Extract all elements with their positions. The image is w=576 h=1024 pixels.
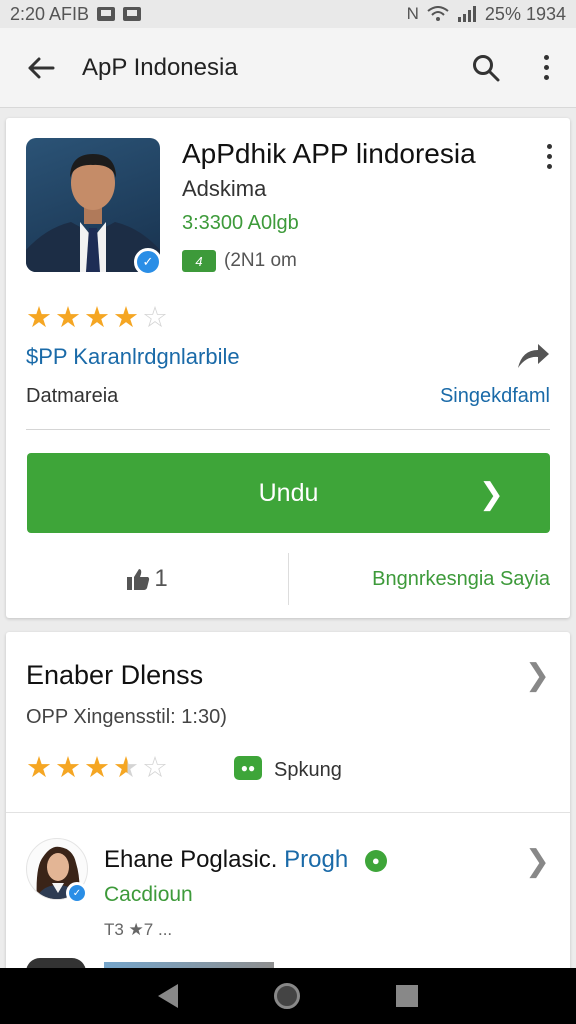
star-icon: ★ [55, 752, 81, 784]
app-details-card: ✓ ApPdhik APP lindoresia Adskima 3:3300 … [6, 118, 570, 618]
reviewer-name-text: Ehane Poglasic. [104, 846, 278, 873]
signal-icon [457, 6, 476, 22]
size-badge-icon: 4 [182, 250, 216, 272]
star-icon: ★ [84, 302, 110, 334]
verified-badge: ✓ [66, 882, 88, 904]
wifi-icon [427, 6, 449, 21]
app-name: ApPdhik APP lindoresia [182, 138, 476, 169]
content-rating: Datmareia [26, 385, 119, 407]
chevron-right-icon[interactable]: ❯ [525, 658, 550, 693]
chevron-right-icon[interactable]: ❯ [525, 844, 550, 879]
reviewer-name: Ehane Poglasic. Progh ● [104, 846, 387, 874]
status-time: 2:20 AFIB [10, 3, 90, 24]
thumbs-up-icon [127, 569, 150, 590]
reviews-card: Enaber Dlenss ❯ OPP Xingensstil: 1:30) ★… [6, 632, 570, 972]
developer-name[interactable]: Adskima [182, 176, 266, 202]
status-bar: 2:20 AFIB N 25% 1934 [0, 0, 576, 28]
nav-back-icon[interactable] [158, 984, 178, 1008]
nav-recents-icon[interactable] [396, 985, 418, 1007]
search-icon [473, 54, 500, 81]
navigation-bar [0, 968, 576, 1024]
star-icon: ★ [55, 302, 81, 334]
status-left: 2:20 AFIB [10, 3, 142, 25]
like-button[interactable]: 1 [6, 565, 288, 593]
back-button[interactable] [0, 28, 82, 108]
nav-home-icon[interactable] [274, 983, 300, 1009]
app-more-button[interactable] [547, 144, 552, 169]
more-vertical-icon [543, 55, 549, 80]
notification-icon [123, 7, 142, 21]
review-rating-stars: ★ ★ ★ ★ ☆ [26, 754, 168, 783]
similar-apps-link[interactable]: Singekdfaml [440, 385, 550, 408]
star-icon: ★ [26, 302, 52, 334]
star-outline-icon: ☆ [142, 752, 168, 784]
more-options-button[interactable] [516, 28, 576, 108]
star-icon: ★ [113, 302, 139, 334]
install-label: Undu [258, 478, 319, 507]
status-right-text: 25% 1934 [484, 3, 566, 24]
install-button[interactable]: Undu ❯ [27, 453, 550, 533]
reviewer-meta: T3 ★7 ... [104, 920, 173, 939]
page-title: ApP Indonesia [82, 53, 238, 81]
review-version: OPP Xingensstil: 1:30) [26, 706, 227, 728]
divider [26, 429, 550, 430]
star-outline-icon: ☆ [142, 302, 168, 334]
chat-label[interactable]: Spkung [274, 759, 342, 782]
reviewer-subtitle: Cacdioun [104, 883, 193, 906]
app-category[interactable]: $PP Karanlrdgnlarbile [26, 344, 240, 370]
arrow-left-icon [28, 57, 55, 78]
status-right: N 25% 1934 [407, 4, 566, 25]
star-icon: ★ [26, 752, 52, 784]
verified-badge: ✓ [134, 248, 162, 276]
notification-icon [97, 7, 116, 21]
reviewer-tag[interactable]: Progh [284, 846, 348, 873]
app-size: (2N1 om [224, 250, 297, 271]
chat-icon: ●● [234, 756, 262, 780]
star-half-icon: ★ [113, 752, 139, 784]
divider [6, 812, 570, 813]
like-count: 1 [154, 565, 168, 592]
action-row: 1 Bngnrkesngia Sayia [6, 553, 570, 605]
app-size-row: 4 (2N1 om [182, 250, 297, 272]
more-vertical-icon [547, 144, 552, 169]
nfc-icon: N [406, 4, 419, 23]
status-badge-icon: ● [364, 849, 387, 872]
chevron-right-icon: ❯ [478, 478, 504, 511]
app-rating-stars: ★ ★ ★ ★ ☆ [26, 304, 168, 333]
app-bar: ApP Indonesia [0, 28, 576, 108]
reviews-title[interactable]: Enaber Dlenss [26, 660, 203, 691]
feedback-link[interactable]: Bngnrkesngia Sayia [289, 568, 570, 591]
share-icon[interactable] [516, 342, 550, 370]
star-icon: ★ [84, 752, 110, 784]
app-price: 3:3300 A0lgb [182, 212, 299, 234]
search-button[interactable] [456, 28, 516, 108]
